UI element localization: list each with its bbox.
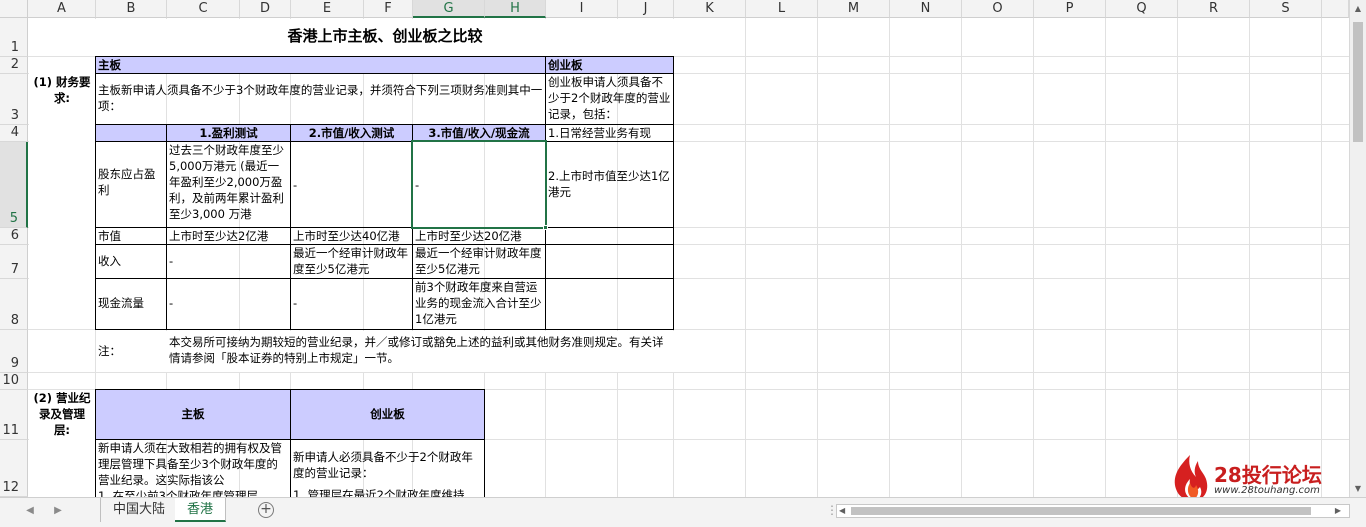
gem-mcap-blank <box>545 227 674 245</box>
section1-label: (1) 财务要求: <box>33 75 91 105</box>
column-header-h[interactable]: H <box>485 0 546 18</box>
revenue-test1: - <box>166 244 291 279</box>
column-header-b[interactable]: B <box>96 0 167 18</box>
column-header-a[interactable]: A <box>28 0 96 18</box>
worksheet: A B C D E F G H I J K L M N O P Q R S 1 … <box>0 0 1366 527</box>
gem-item-2: 2.上市时市值至少达1亿港元 <box>545 141 674 228</box>
column-header-r[interactable]: R <box>1178 0 1250 18</box>
mcap-test2: 上市时至少达40亿港 <box>290 227 413 245</box>
column-header-partial[interactable] <box>1322 0 1349 18</box>
row-header-12[interactable]: 12 <box>0 440 28 497</box>
column-header-d[interactable]: D <box>240 0 291 18</box>
select-all-corner[interactable] <box>0 0 28 18</box>
profit-test-header: 1.盈利测试 <box>166 124 291 142</box>
section2-label: (2) 营业纪录及管理层: <box>33 391 91 437</box>
gem-board-header: 创业板 <box>545 56 674 74</box>
section2-main-text: 新申请人须在大致相若的拥有权及管理层管理下具备至少3个财政年度的营业纪录。这实际… <box>95 439 291 497</box>
profit-test1: 过去三个财政年度至少5,000万港元 (最近一年盈利至少2,000万盈利，及前两… <box>166 141 291 228</box>
sheet-tab-mainland[interactable]: 中国大陆 <box>100 498 179 522</box>
test-header-blank <box>95 124 167 142</box>
main-intro: 主板新申请人须具备不少于3个财政年度的营业记录，并须符合下列三项财务准则其中一项… <box>95 73 546 125</box>
note-text: 本交易所可接纳为期较短的营业纪录，并／或修订或豁免上述的益利或其他财务准则规定。… <box>169 335 664 365</box>
column-header-k[interactable]: K <box>674 0 746 18</box>
vertical-scroll-thumb[interactable] <box>1353 22 1363 142</box>
watermark-brand: 28投行论坛 <box>1214 463 1322 487</box>
cashflow-label: 现金流量 <box>95 278 167 330</box>
cashflow-test2: - <box>290 278 413 330</box>
row-header-10[interactable]: 10 <box>0 373 28 390</box>
column-header-s[interactable]: S <box>1250 0 1322 18</box>
gem-item-1: 1.日常经营业务有现 <box>545 124 674 142</box>
gem-revenue-blank <box>545 244 674 279</box>
row-header-8[interactable]: 8 <box>0 279 28 330</box>
add-sheet-icon[interactable]: + <box>258 502 274 518</box>
row-header-9[interactable]: 9 <box>0 330 28 373</box>
watermark: 28投行论坛 www.28touhang.com <box>1168 453 1348 503</box>
column-header-e[interactable]: E <box>291 0 364 18</box>
section2-gem-text: 新申请人必须具备不少于2个财政年度的营业记录： 1. 管理层在最近2个财政年度维… <box>290 439 485 497</box>
cashflow-test3: 前3个财政年度来自营运业务的现金流入合计至少1亿港元 <box>412 278 546 330</box>
horizontal-scrollbar[interactable]: ◀ <box>836 504 1350 518</box>
gem-intro: 创业板申请人须具备不少于2个财政年度的营业记录，包括： <box>545 73 674 125</box>
mcap-test1: 上市时至少达2亿港 <box>166 227 291 245</box>
column-header-f[interactable]: F <box>364 0 413 18</box>
vertical-scrollbar[interactable]: ▲ ▼ <box>1349 0 1366 497</box>
section2-main-cut: 1. 在至少前3个财政年度管理层 <box>98 489 258 497</box>
flame-logo-icon <box>1174 455 1208 501</box>
column-header-c[interactable]: C <box>167 0 240 18</box>
next-sheet-icon[interactable]: ▶ <box>50 505 66 516</box>
row-header-1[interactable]: 1 <box>0 18 28 57</box>
prev-sheet-icon[interactable]: ◀ <box>22 505 38 516</box>
row-header-11[interactable]: 11 <box>0 390 28 440</box>
section2-gem-body: 新申请人必须具备不少于2个财政年度的营业记录： <box>293 450 473 480</box>
row-header-4[interactable]: 4 <box>0 125 28 142</box>
column-header-o[interactable]: O <box>962 0 1034 18</box>
column-header-q[interactable]: Q <box>1106 0 1178 18</box>
scroll-down-icon[interactable]: ▼ <box>1350 480 1366 497</box>
cashflow-test1: - <box>166 278 291 330</box>
scroll-left-icon[interactable]: ◀ <box>839 505 845 517</box>
profit-label: 股东应占盈利 <box>95 141 167 228</box>
section2-main-header: 主板 <box>95 389 291 440</box>
column-header-j[interactable]: J <box>618 0 674 18</box>
sheet-title: 香港上市主板、创业板之比较 <box>287 28 483 45</box>
row-header-2[interactable]: 2 <box>0 57 28 74</box>
revenue-label: 收入 <box>95 244 167 279</box>
horizontal-scroll-thumb[interactable] <box>851 507 1311 515</box>
section2-gem-header: 创业板 <box>290 389 485 440</box>
revenue-test2: 最近一个经审计财政年度至少5亿港元 <box>290 244 413 279</box>
mcap-test3: 上市时至少达20亿港 <box>412 227 546 245</box>
sheet-tab-hongkong[interactable]: 香港 <box>175 498 227 522</box>
main-board-header: 主板 <box>95 56 546 74</box>
watermark-url: www.28touhang.com <box>1214 485 1320 496</box>
section2-gem-cut: 1. 管理层在最近2个财政年度维持 <box>293 488 465 497</box>
column-header-l[interactable]: L <box>746 0 818 18</box>
column-header-i[interactable]: I <box>546 0 618 18</box>
column-header-g[interactable]: G <box>413 0 485 18</box>
column-header-m[interactable]: M <box>818 0 890 18</box>
spreadsheet-app: A B C D E F G H I J K L M N O P Q R S 1 … <box>0 0 1366 527</box>
row-header-6[interactable]: 6 <box>0 228 28 245</box>
row-header-5[interactable]: 5 <box>0 142 28 228</box>
section2-main-body: 新申请人须在大致相若的拥有权及管理层管理下具备至少3个财政年度的营业纪录。这实际… <box>98 441 282 487</box>
column-header-p[interactable]: P <box>1034 0 1106 18</box>
mcap-revenue-test-header: 2.市值/收入测试 <box>290 124 413 142</box>
revenue-test3: 最近一个经审计财政年度至少5亿港元 <box>412 244 546 279</box>
row-header-3[interactable]: 3 <box>0 74 28 125</box>
fill-handle[interactable] <box>543 225 548 230</box>
profit-test2: - <box>290 141 413 228</box>
scroll-up-icon[interactable]: ▲ <box>1350 0 1366 17</box>
note-label: 注： <box>98 344 121 358</box>
cell-selection[interactable] <box>411 140 547 229</box>
row-header-7[interactable]: 7 <box>0 245 28 279</box>
sheet-tab-bar: ◀ ▶ 中国大陆 香港 + ⋮ ◀ ▶ <box>0 497 1366 527</box>
column-header-n[interactable]: N <box>890 0 962 18</box>
scroll-right-icon[interactable]: ▶ <box>1330 504 1346 518</box>
mcap-label: 市值 <box>95 227 167 245</box>
gem-cashflow-blank <box>545 278 674 330</box>
